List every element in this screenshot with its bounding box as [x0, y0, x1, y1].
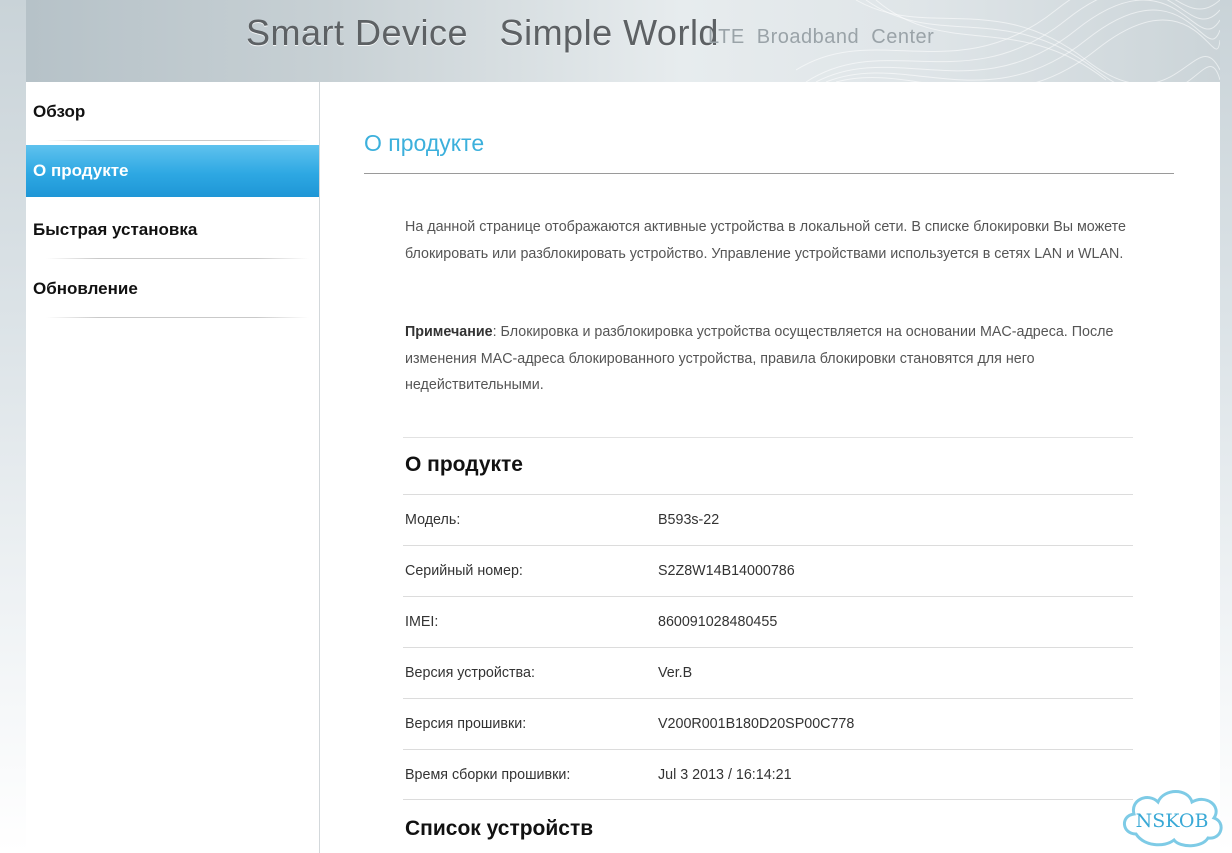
title-divider [364, 173, 1174, 174]
row-value: V200R001B180D20SP00C778 [658, 716, 855, 732]
row-value: 860091028480455 [658, 614, 778, 630]
row-label: Время сборки прошивки: [405, 767, 571, 783]
row-label: IMEI: [405, 614, 439, 630]
row-value: Jul 3 2013 / 16:14:21 [658, 767, 792, 783]
divider [46, 140, 309, 141]
page-note: Примечание: Блокировка и разблокировка у… [405, 319, 1135, 399]
product-info-table: Модель: B593s-22 Серийный номер: S2Z8W14… [403, 494, 1133, 800]
row-label: Версия устройства: [405, 665, 535, 681]
sidebar-item-label: Обновление [33, 279, 138, 298]
page-title: О продукте [364, 130, 485, 156]
note-text: : Блокировка и разблокировка устройства … [405, 324, 1114, 393]
watermark-logo: NSKOB [1123, 790, 1223, 848]
table-row: Серийный номер: S2Z8W14B14000786 [403, 545, 1133, 596]
sidebar-item-about-product[interactable]: О продукте [26, 145, 319, 197]
row-label: Серийный номер: [405, 563, 523, 579]
table-row: Модель: B593s-22 [403, 494, 1133, 545]
brand-slogan: Smart Device Simple World [246, 12, 719, 53]
sidebar-item-label: Быстрая установка [33, 220, 198, 239]
note-label: Примечание [405, 324, 493, 340]
product-section-title: О продукте [405, 453, 523, 476]
row-label: Версия прошивки: [405, 716, 527, 732]
sidebar-item-update[interactable]: Обновление [26, 259, 319, 318]
row-label: Модель: [405, 512, 461, 528]
table-row: Время сборки прошивки: Jul 3 2013 / 16:1… [403, 749, 1133, 800]
devices-section-title: Список устройств [405, 817, 594, 840]
sidebar: Обзор О продукте Быстрая установка Обнов… [26, 82, 320, 853]
sidebar-item-label: О продукте [33, 161, 129, 180]
sidebar-item-label: Обзор [33, 102, 86, 121]
row-value: Ver.B [658, 665, 693, 681]
section-divider [403, 437, 1133, 438]
sidebar-item-overview[interactable]: Обзор [26, 82, 319, 141]
header-banner: Smart Device Simple World LTE Broadband … [26, 0, 1220, 82]
sidebar-item-quick-setup[interactable]: Быстрая установка [26, 200, 319, 259]
table-row: Версия прошивки: V200R001B180D20SP00C778 [403, 698, 1133, 749]
row-value: B593s-22 [658, 512, 720, 528]
table-row: Версия устройства: Ver.B [403, 647, 1133, 698]
brand-subtitle: LTE Broadband Center [708, 26, 935, 48]
main-content: О продукте На данной странице отображают… [320, 82, 1220, 853]
row-value: S2Z8W14B14000786 [658, 563, 795, 579]
table-row: IMEI: 860091028480455 [403, 596, 1133, 647]
page-description: На данной странице отображаются активные… [405, 219, 1126, 262]
divider [46, 317, 309, 318]
watermark-text: NSKOB [1136, 810, 1209, 832]
